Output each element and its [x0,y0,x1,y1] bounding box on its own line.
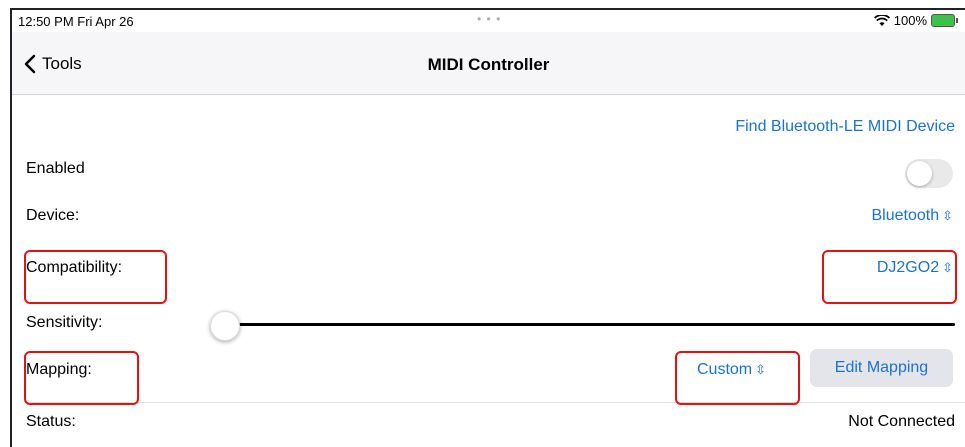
status-label: Status: [26,413,76,430]
wifi-icon [873,14,890,26]
highlight-mapping-value [675,351,800,405]
battery-charging-icon [931,14,958,27]
row-divider [26,402,965,403]
edit-mapping-button[interactable]: Edit Mapping [810,349,953,387]
device-picker[interactable]: Bluetooth ⇳ [871,207,953,225]
status-value: Not Connected [848,413,955,430]
page-title: MIDI Controller [427,55,550,74]
sensitivity-slider-track[interactable] [222,323,955,326]
status-bar: 12:50 PM Fri Apr 26 • • • 100% [12,10,965,32]
enabled-label: Enabled [26,160,85,177]
navigation-bar: Tools MIDI Controller [12,32,965,95]
battery-percent: 100% [893,13,927,28]
device-label: Device: [26,207,80,224]
highlight-compatibility-label [24,250,167,304]
find-bluetooth-midi-link[interactable]: Find Bluetooth-LE MIDI Device [735,118,955,136]
device-value: Bluetooth [871,207,940,224]
multitasking-dots[interactable]: • • • [477,12,501,26]
status-time: 12:50 PM Fri Apr 26 [18,14,134,29]
status-right: 100% [873,13,958,28]
toggle-knob [907,161,932,186]
chevron-up-down-icon: ⇳ [942,208,953,223]
sensitivity-label: Sensitivity: [26,314,103,331]
highlight-compatibility-value [822,250,957,304]
highlight-mapping-label [24,351,139,405]
sensitivity-slider-thumb[interactable] [210,311,240,341]
app-frame: 12:50 PM Fri Apr 26 • • • 100% Tools MID… [10,8,965,447]
settings-content: Find Bluetooth-LE MIDI Device Enabled De… [12,95,965,447]
enabled-toggle[interactable] [905,159,953,188]
